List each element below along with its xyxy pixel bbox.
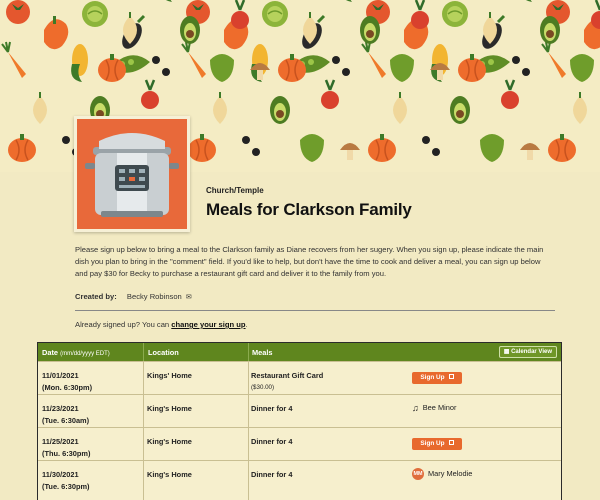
date-value: 11/01/2021: [42, 371, 79, 380]
column-divider: [248, 395, 249, 428]
row-date: 11/30/2021 (Tue. 6:30pm): [42, 469, 90, 493]
column-divider: [248, 362, 249, 395]
table-row: 11/01/2021 (Mon. 6:30pm) Kings' Home Res…: [38, 361, 561, 395]
event-description: Please sign up below to bring a meal to …: [75, 245, 544, 278]
row-location: King's Home: [147, 437, 192, 446]
row-location: King's Home: [147, 404, 192, 413]
column-divider: [143, 395, 144, 428]
row-meal: Restaurant Gift Card ($30.00): [251, 370, 323, 394]
music-note-icon: ♫: [412, 403, 419, 414]
checkbox-icon: [448, 374, 454, 379]
created-by-label: Created by:: [75, 292, 117, 301]
table-row: 11/23/2021 (Tue. 6:30am) King's Home Din…: [38, 394, 561, 428]
envelope-icon[interactable]: ✉: [186, 294, 192, 301]
row-meal: Dinner for 4: [251, 403, 292, 415]
period: .: [245, 320, 248, 329]
time-value: (Tue. 6:30am): [42, 416, 90, 425]
divider: [75, 310, 555, 311]
checkbox-icon: [448, 440, 454, 445]
column-divider: [248, 461, 249, 500]
column-divider: [248, 343, 249, 361]
sign-up-label: Sign Up: [420, 440, 445, 447]
volunteer: ♫ Bee Minor: [412, 403, 456, 413]
change-signup-link[interactable]: change your sign up: [171, 320, 245, 329]
date-value: 11/23/2021: [42, 404, 79, 413]
page-title: Meals for Clarkson Family: [206, 200, 412, 219]
signup-table: Date (mm/dd/yyyy EDT) Location Meals ▦ C…: [37, 342, 562, 500]
avatar: MM: [412, 468, 424, 480]
row-location: King's Home: [147, 470, 192, 479]
column-divider: [143, 428, 144, 461]
date-value: 11/25/2021: [42, 437, 79, 446]
row-date: 11/25/2021 (Thu. 6:30pm): [42, 436, 90, 460]
date-value: 11/30/2021: [42, 470, 79, 479]
time-value: (Thu. 6:30pm): [42, 449, 91, 458]
pressure-cooker-icon: [85, 133, 179, 217]
meal-note: ($30.00): [251, 384, 275, 391]
table-header: Date (mm/dd/yyyy EDT) Location Meals ▦ C…: [38, 343, 561, 361]
created-by: Created by: Becky Robinson ✉: [75, 292, 192, 301]
creator-name: Becky Robinson: [126, 292, 182, 301]
row-location: Kings' Home: [147, 371, 192, 380]
time-value: (Mon. 6:30pm): [42, 383, 93, 392]
column-divider: [248, 428, 249, 461]
event-thumbnail: [74, 116, 190, 232]
calendar-icon: ▦: [503, 349, 510, 355]
volunteer-name: Bee Minor: [422, 403, 457, 412]
calendar-view-label: Calendar View: [511, 349, 552, 355]
column-header-location: Location: [148, 348, 179, 357]
row-date: 11/01/2021 (Mon. 6:30pm): [42, 370, 92, 394]
meal-name: Dinner for 4: [251, 470, 293, 479]
row-meal: Dinner for 4: [251, 436, 292, 448]
meal-name: Dinner for 4: [251, 437, 293, 446]
table-row: 11/30/2021 (Tue. 6:30pm) King's Home Din…: [38, 460, 561, 500]
column-header-meals: Meals: [252, 348, 273, 357]
row-date: 11/23/2021 (Tue. 6:30am): [42, 403, 89, 427]
volunteer-name: Mary Melodie: [428, 468, 473, 478]
date-format-hint: (mm/dd/yyyy EDT): [60, 351, 110, 357]
sign-up-button[interactable]: Sign Up: [412, 438, 462, 450]
column-divider: [143, 343, 144, 361]
meal-name: Restaurant Gift Card: [251, 371, 324, 380]
calendar-view-button[interactable]: ▦ Calendar View: [498, 346, 557, 358]
column-divider: [143, 461, 144, 500]
already-signed-text: Already signed up? You can: [75, 320, 170, 329]
date-header-label: Date: [42, 348, 59, 357]
time-value: (Tue. 6:30pm): [42, 482, 90, 491]
meal-name: Dinner for 4: [251, 404, 293, 413]
volunteer: MM Mary Melodie: [412, 468, 472, 480]
sign-up-button[interactable]: Sign Up: [412, 372, 462, 384]
sign-up-label: Sign Up: [420, 374, 445, 381]
table-row: 11/25/2021 (Thu. 6:30pm) King's Home Din…: [38, 427, 561, 461]
event-category: Church/Temple: [206, 186, 264, 195]
already-signed-up: Already signed up? You can change your s…: [75, 320, 248, 329]
row-meal: Dinner for 4: [251, 469, 292, 481]
column-header-date: Date (mm/dd/yyyy EDT): [42, 348, 110, 357]
column-divider: [143, 362, 144, 395]
